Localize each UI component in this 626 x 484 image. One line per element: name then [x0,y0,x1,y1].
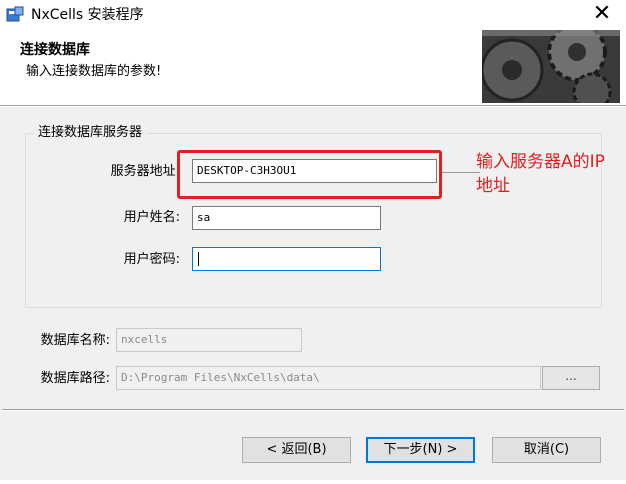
gears-banner-image [482,30,620,103]
window-title: NxCells 安装程序 [31,7,144,23]
server-address-label: 服务器地址: [110,164,180,179]
cancel-button[interactable]: 取消(C) [492,437,601,463]
password-label: 用户密码: [123,252,180,267]
close-icon[interactable]: ✕ [582,0,622,28]
annotation-text: 输入服务器A的IP地址 [476,152,605,196]
wizard-header: 连接数据库 输入连接数据库的参数! [0,30,626,105]
browse-button[interactable]: ... [542,366,600,390]
page-title: 连接数据库 [20,42,90,58]
db-path-label: 数据库路径: [40,371,110,386]
installer-app-icon [6,6,24,22]
db-name-label: 数据库名称: [40,333,110,348]
title-bar: NxCells 安装程序 ✕ [0,0,626,30]
back-button[interactable]: < 返回(B) [242,437,351,463]
annotation-leader-line [442,172,480,173]
password-input[interactable] [192,247,381,271]
server-group-legend: 连接数据库服务器 [34,124,147,142]
db-path-input: D:\Program Files\NxCells\data\ [116,366,541,390]
db-name-input: nxcells [116,328,302,352]
next-button[interactable]: 下一步(N) > [366,437,475,463]
page-subtitle: 输入连接数据库的参数! [26,64,162,79]
annotation-highlight-box [177,150,442,199]
text-caret [198,252,199,266]
username-input[interactable]: sa [192,206,381,230]
username-label: 用户姓名: [123,210,180,225]
